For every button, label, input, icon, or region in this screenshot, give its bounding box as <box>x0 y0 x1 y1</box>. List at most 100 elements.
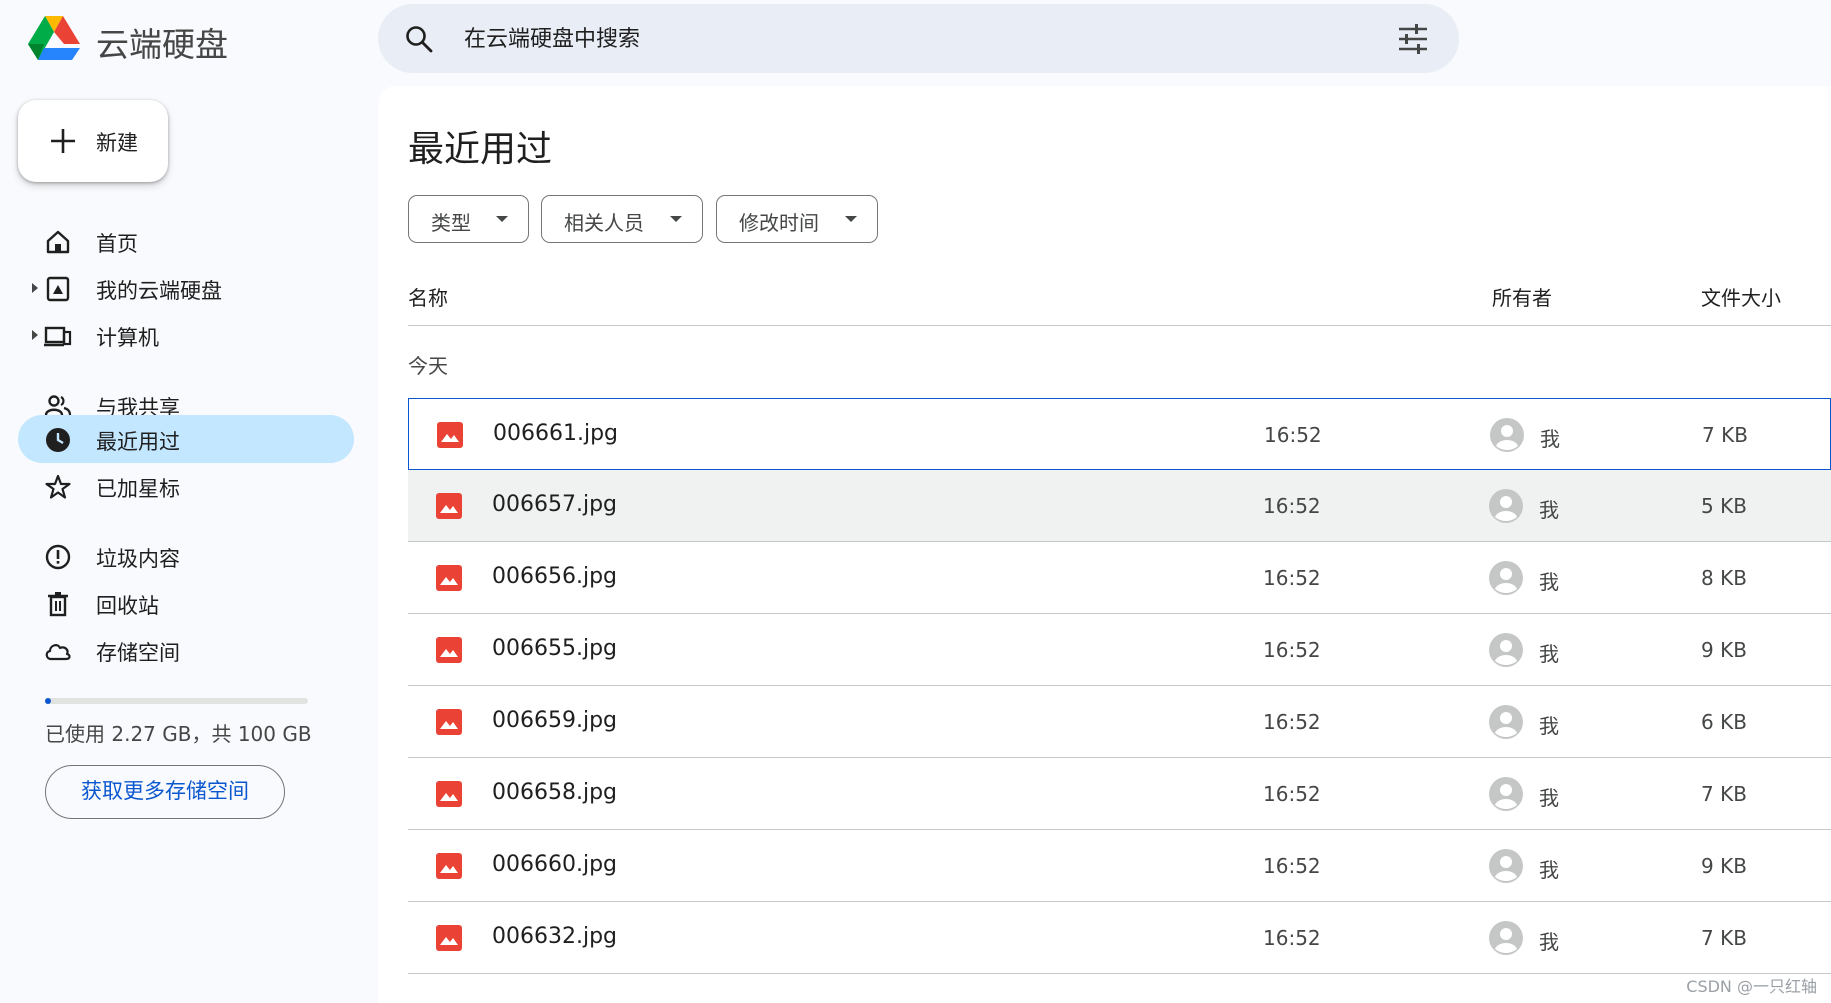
storage-usage-fill <box>45 698 51 704</box>
file-row[interactable]: 006655.jpg 16:52 我 9 KB <box>408 614 1831 686</box>
spam-icon <box>45 544 71 570</box>
file-name[interactable]: 006661.jpg <box>493 421 618 446</box>
sidebar-item-label: 已加星标 <box>96 477 180 501</box>
dropdown-arrow-icon <box>496 216 508 222</box>
sidebar-item-my-drive[interactable]: 我的云端硬盘 <box>18 264 354 312</box>
file-name[interactable]: 006655.jpg <box>492 636 617 661</box>
main-content: 最近用过 类型 相关人员 修改时间 名称 所有者 文件大小 今天 006661.… <box>378 86 1831 1003</box>
column-header-owner[interactable]: 所有者 <box>1492 282 1552 311</box>
filter-type-chip[interactable]: 类型 <box>408 195 529 243</box>
app-title[interactable]: 云端硬盘 <box>96 18 228 66</box>
group-label-today: 今天 <box>408 354 448 378</box>
sidebar-item-trash[interactable]: 回收站 <box>18 579 354 627</box>
sidebar-item-label: 计算机 <box>96 326 159 350</box>
column-header-size[interactable]: 文件大小 <box>1701 282 1781 311</box>
avatar-icon <box>1489 489 1523 523</box>
sidebar-item-label: 我的云端硬盘 <box>96 279 222 303</box>
file-owner: 我 <box>1539 786 1559 810</box>
file-size: 7 KB <box>1702 423 1748 447</box>
file-row[interactable]: 006659.jpg 16:52 我 6 KB <box>408 686 1831 758</box>
sidebar-item-storage[interactable]: 存储空间 <box>18 626 354 674</box>
file-owner: 我 <box>1539 858 1559 882</box>
file-row[interactable]: 006657.jpg 16:52 我 5 KB <box>408 470 1831 542</box>
avatar-icon <box>1489 777 1523 811</box>
filter-label: 相关人员 <box>564 211 644 235</box>
file-time: 16:52 <box>1263 710 1321 734</box>
file-row[interactable]: 006632.jpg 16:52 我 7 KB <box>408 902 1831 974</box>
sidebar-item-label: 垃圾内容 <box>96 547 180 571</box>
column-header-name[interactable]: 名称 <box>408 282 448 311</box>
sidebar-item-home[interactable]: 首页 <box>18 217 354 265</box>
expand-caret-icon[interactable] <box>32 283 38 293</box>
image-file-icon <box>436 493 462 519</box>
file-size: 8 KB <box>1701 566 1747 590</box>
file-row[interactable]: 006658.jpg 16:52 我 7 KB <box>408 758 1831 830</box>
filter-people-chip[interactable]: 相关人员 <box>541 195 703 243</box>
file-owner: 我 <box>1539 642 1559 666</box>
search-options-icon[interactable] <box>1397 24 1429 54</box>
plus-icon <box>51 129 75 153</box>
file-time: 16:52 <box>1263 926 1321 950</box>
image-file-icon <box>437 422 463 448</box>
file-time: 16:52 <box>1263 638 1321 662</box>
my-drive-icon <box>46 276 70 302</box>
sidebar-item-label: 最近用过 <box>96 430 180 454</box>
avatar-icon <box>1489 849 1523 883</box>
sidebar-item-label: 回收站 <box>96 594 159 618</box>
sidebar-item-label: 存储空间 <box>96 641 180 665</box>
new-button[interactable]: 新建 <box>18 100 168 182</box>
search-input[interactable] <box>462 16 1346 62</box>
dropdown-arrow-icon <box>670 216 682 222</box>
file-size: 7 KB <box>1701 926 1747 950</box>
file-row[interactable]: 006660.jpg 16:52 我 9 KB <box>408 830 1831 902</box>
file-row[interactable]: 006656.jpg 16:52 我 8 KB <box>408 542 1831 614</box>
filter-label: 修改时间 <box>739 211 819 235</box>
filter-label: 类型 <box>431 211 471 235</box>
star-icon <box>45 474 71 499</box>
new-button-label: 新建 <box>96 131 138 155</box>
sidebar-item-spam[interactable]: 垃圾内容 <box>18 532 354 580</box>
file-name[interactable]: 006632.jpg <box>492 924 617 949</box>
image-file-icon <box>436 853 462 879</box>
computer-icon <box>44 326 72 347</box>
file-name[interactable]: 006656.jpg <box>492 564 617 589</box>
file-name[interactable]: 006660.jpg <box>492 852 617 877</box>
get-more-storage-button[interactable]: 获取更多存储空间 <box>45 765 285 819</box>
avatar-icon <box>1489 561 1523 595</box>
search-icon[interactable] <box>404 24 434 54</box>
file-size: 9 KB <box>1701 638 1747 662</box>
file-time: 16:52 <box>1264 423 1322 447</box>
file-size: 9 KB <box>1701 854 1747 878</box>
image-file-icon <box>436 565 462 591</box>
file-owner: 我 <box>1540 427 1560 451</box>
file-name[interactable]: 006658.jpg <box>492 780 617 805</box>
storage-usage-text: 已使用 2.27 GB，共 100 GB <box>45 722 312 746</box>
file-size: 5 KB <box>1701 494 1747 518</box>
file-name[interactable]: 006657.jpg <box>492 492 617 517</box>
file-time: 16:52 <box>1263 782 1321 806</box>
avatar-icon <box>1490 418 1524 452</box>
avatar-icon <box>1489 705 1523 739</box>
storage-usage-bar <box>45 698 308 704</box>
filter-modified-chip[interactable]: 修改时间 <box>716 195 878 243</box>
sidebar-item-recent[interactable]: 最近用过 <box>18 415 354 463</box>
home-icon <box>46 230 70 254</box>
search-bar[interactable] <box>378 4 1459 73</box>
avatar-icon <box>1489 921 1523 955</box>
file-owner: 我 <box>1539 930 1559 954</box>
sidebar-item-computers[interactable]: 计算机 <box>18 311 354 359</box>
file-size: 7 KB <box>1701 782 1747 806</box>
file-owner: 我 <box>1539 714 1559 738</box>
file-size: 6 KB <box>1701 710 1747 734</box>
file-name[interactable]: 006659.jpg <box>492 708 617 733</box>
header-divider <box>408 325 1831 326</box>
drive-logo-icon[interactable] <box>26 14 82 64</box>
image-file-icon <box>436 709 462 735</box>
expand-caret-icon[interactable] <box>32 330 38 340</box>
sidebar-item-starred[interactable]: 已加星标 <box>18 462 354 510</box>
watermark: CSDN @一只红轴 <box>1686 977 1817 996</box>
file-row[interactable]: 006661.jpg 16:52 我 7 KB <box>408 398 1831 470</box>
file-time: 16:52 <box>1263 854 1321 878</box>
clock-icon <box>46 428 70 452</box>
file-time: 16:52 <box>1263 566 1321 590</box>
